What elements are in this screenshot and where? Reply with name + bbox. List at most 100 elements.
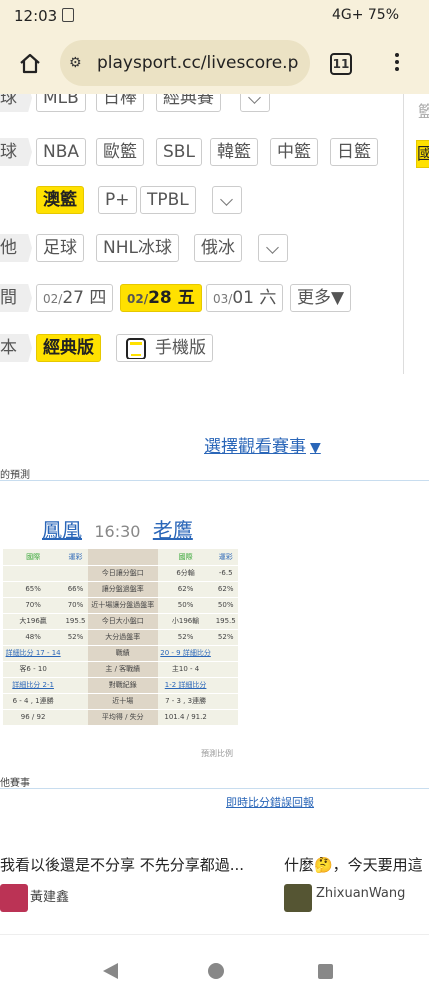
- url-text: playsport.cc/livescore.p: [97, 53, 299, 73]
- select-games-link[interactable]: 選擇觀看賽事 ▼: [204, 432, 321, 457]
- chip-euro[interactable]: 歐籃: [96, 138, 144, 166]
- news-item-author[interactable]: 黃建鑫: [30, 886, 69, 905]
- home-circle-icon[interactable]: [208, 963, 224, 979]
- table-cell[interactable]: 詳細比分 2-1: [3, 677, 64, 694]
- chip-nhl[interactable]: NHL冰球: [96, 234, 179, 262]
- table-row: 48% 52% 大分過盤率 52% 52%: [3, 629, 238, 646]
- browser-toolbar: ⚙ playsport.cc/livescore.p 11: [0, 34, 429, 94]
- chip-pplus[interactable]: P+: [98, 186, 137, 214]
- table-cell: 主10 - 4: [157, 661, 214, 678]
- table-cell: [63, 645, 88, 662]
- table-cell: 客6 - 10: [3, 661, 64, 678]
- match-time: 16:30: [94, 522, 141, 541]
- chip-cba[interactable]: 中籃: [270, 138, 318, 166]
- table-row: 今日讓分盤口 6分輸 -6.5: [3, 565, 238, 582]
- chip-kbl[interactable]: 韓籃: [210, 138, 258, 166]
- classic-version-button[interactable]: 經典版: [36, 334, 101, 362]
- triangle-down-icon: ▼: [310, 440, 321, 456]
- table-row: 96 / 92 平均得 / 失分 101.4 / 91.2: [3, 709, 238, 726]
- table-cell: 大分過盤率: [87, 629, 158, 646]
- table-cell[interactable]: 20 - 9 詳細比分: [157, 645, 214, 662]
- chevron-down-icon[interactable]: [240, 94, 270, 112]
- mobile-version-label: 手機版: [155, 338, 206, 358]
- chip-bleague[interactable]: 日籃: [330, 138, 378, 166]
- table-cell: 主 / 客戰績: [87, 661, 158, 678]
- status-indicators: 4G+ 75%: [331, 7, 399, 23]
- menu-icon[interactable]: [393, 51, 401, 75]
- chip-nba[interactable]: NBA: [36, 138, 87, 166]
- recents-icon[interactable]: [318, 964, 333, 979]
- tune-icon[interactable]: ⚙: [69, 55, 82, 71]
- back-icon[interactable]: [103, 963, 118, 979]
- table-cell: 62%: [213, 581, 238, 598]
- header-cell: 國際: [157, 549, 214, 566]
- notification-icon: [62, 8, 74, 22]
- date-chip-27[interactable]: 02/27 四: [36, 284, 114, 312]
- chevron-down-icon[interactable]: [212, 186, 242, 214]
- table-cell: [3, 565, 64, 582]
- table-row: 詳細比分 17 - 14 戰績 20 - 9 詳細比分: [3, 645, 238, 662]
- table-cell: 195.5: [213, 613, 238, 630]
- table-cell: 50%: [213, 597, 238, 614]
- chip-sbl[interactable]: SBL: [156, 138, 202, 166]
- date-chip-01[interactable]: 03/01 六: [206, 284, 284, 312]
- date-weekday: 五: [177, 288, 195, 308]
- row-label: 他: [0, 234, 32, 262]
- date-day: 27: [62, 288, 84, 308]
- clock: 12:03: [14, 7, 58, 25]
- table-row: 6 - 4 , 1連勝 近十場 7 - 3 , 3連勝: [3, 693, 238, 710]
- away-team-link[interactable]: 老鷹: [153, 518, 193, 542]
- home-team-link[interactable]: 鳳凰: [42, 518, 82, 542]
- report-error-link[interactable]: 即時比分錯誤回報: [226, 794, 314, 810]
- news-item-title[interactable]: 我看以後還是不分享 不先分享都過...: [0, 854, 268, 875]
- divider: [0, 480, 429, 481]
- table-row: 70% 70% 近十場讓分盤過盤率 50% 50%: [3, 597, 238, 614]
- table-cell: 62%: [157, 581, 214, 598]
- table-cell: 50%: [157, 597, 214, 614]
- address-bar[interactable]: ⚙ playsport.cc/livescore.p: [60, 40, 310, 86]
- table-row: 客6 - 10 主 / 客戰績 主10 - 4: [3, 661, 238, 678]
- more-dates-button[interactable]: 更多▼: [290, 284, 352, 312]
- divider: [0, 788, 429, 789]
- table-cell[interactable]: 詳細比分 17 - 14: [3, 645, 64, 662]
- chip-mlb[interactable]: MLB: [36, 94, 86, 112]
- tab-switcher-button[interactable]: 11: [330, 53, 352, 75]
- table-cell[interactable]: 1-2 詳細比分: [157, 677, 214, 694]
- news-item-author[interactable]: ZhixuanWang: [316, 886, 405, 901]
- table-cell: -6.5: [213, 565, 238, 582]
- news-item-title[interactable]: 什麼🤔，今天要用這: [284, 854, 429, 875]
- chip-khl[interactable]: 俄冰: [194, 234, 242, 262]
- chip-soccer[interactable]: 足球: [36, 234, 84, 262]
- chip-tpbl[interactable]: TPBL: [140, 186, 196, 214]
- row-label: 球: [0, 94, 32, 112]
- chip-classic[interactable]: 經典賽: [156, 94, 221, 112]
- table-cell: 近十場: [87, 693, 158, 710]
- table-cell: 對戰紀錄: [87, 677, 158, 694]
- date-day: 28: [148, 288, 172, 308]
- chip-npb[interactable]: 日棒: [96, 94, 144, 112]
- table-cell: [213, 693, 238, 710]
- table-cell: 195.5: [63, 613, 88, 630]
- date-month: 02/: [43, 292, 63, 306]
- right-col-chip[interactable]: 國: [416, 140, 429, 168]
- table-cell: 48%: [3, 629, 64, 646]
- table-row: 大196贏 195.5 今日大小盤口 小196輸 195.5: [3, 613, 238, 630]
- table-cell: 6分輸: [157, 565, 214, 582]
- table-cell: [63, 709, 88, 726]
- table-cell: [63, 565, 88, 582]
- chevron-down-icon[interactable]: [258, 234, 288, 262]
- table-cell: 65%: [3, 581, 64, 598]
- table-cell: 66%: [63, 581, 88, 598]
- table-cell: 平均得 / 失分: [87, 709, 158, 726]
- table-row: 65% 66% 讓分盤過盤率 62% 62%: [3, 581, 238, 598]
- mobile-version-button[interactable]: 手機版: [116, 334, 213, 362]
- chip-nbl[interactable]: 澳籃: [36, 186, 84, 214]
- row-label: 本: [0, 334, 32, 362]
- home-icon[interactable]: [18, 52, 42, 74]
- table-cell: 7 - 3 , 3連勝: [157, 693, 214, 710]
- table-cell: 今日大小盤口: [87, 613, 158, 630]
- table-cell: 戰績: [87, 645, 158, 662]
- header-cell: 運彩: [213, 549, 238, 566]
- date-chip-28[interactable]: 02/28 五: [120, 284, 202, 312]
- prediction-note: 預測比例: [201, 749, 233, 758]
